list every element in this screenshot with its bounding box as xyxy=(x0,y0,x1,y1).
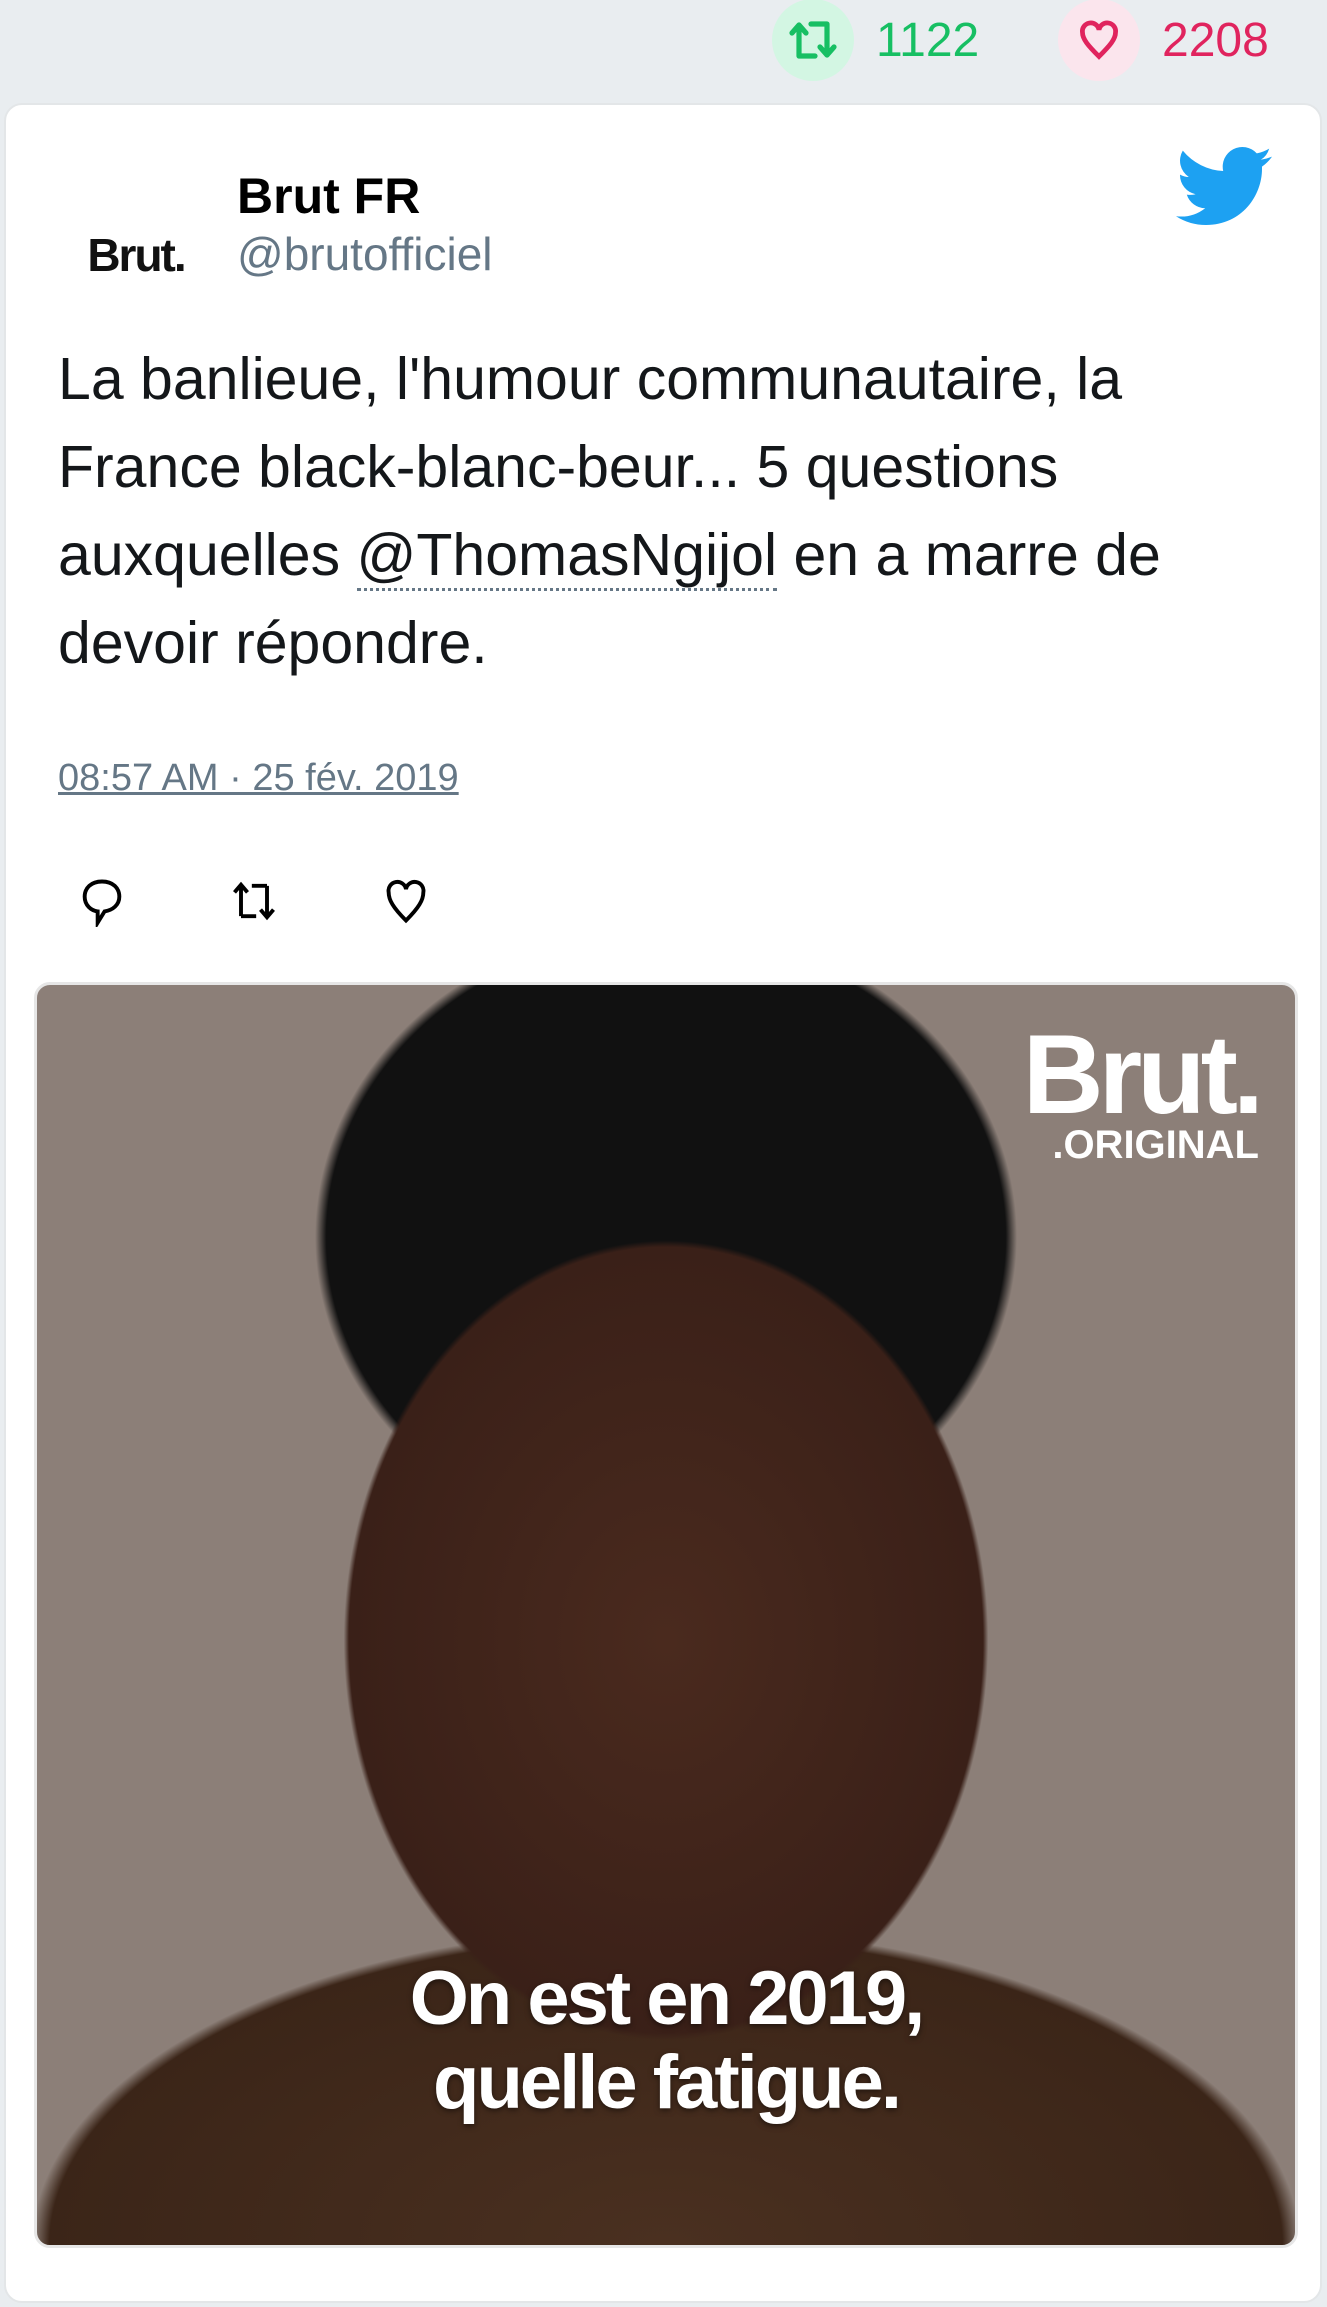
tweet-text: La banlieue, l'humour communautaire, la … xyxy=(58,335,1288,687)
retweet-count-value: 1122 xyxy=(876,13,980,67)
retweet-count[interactable]: 1122 xyxy=(772,0,980,81)
caption-line: quelle fatigue. xyxy=(433,2040,902,2125)
like-icon[interactable] xyxy=(380,875,432,927)
twitter-bird-icon[interactable] xyxy=(1176,145,1272,229)
logo-text: Brut. xyxy=(1022,1012,1264,1137)
like-count-value: 2208 xyxy=(1162,13,1269,67)
caption-line: On est en 2019, xyxy=(409,1956,926,2041)
heart-icon xyxy=(1058,0,1140,81)
timestamp-link[interactable]: 08:57 AM · 25 fév. 2019 xyxy=(58,757,459,800)
retweet-icon xyxy=(772,0,854,81)
video-caption: On est en 2019, quelle fatigue. xyxy=(37,1957,1295,2125)
logo-subtext: .ORIGINAL xyxy=(1052,1123,1259,1167)
mention-link[interactable]: @ThomasNgijol xyxy=(356,522,778,591)
author-handle[interactable]: @brutofficiel xyxy=(237,227,493,281)
reply-icon[interactable] xyxy=(76,875,128,927)
tweet-actions xyxy=(76,875,432,927)
video-thumbnail[interactable]: Brut. .ORIGINAL On est en 2019, quelle f… xyxy=(34,982,1298,2248)
tweet-card: Brut. Brut FR @brutofficiel La banlieue,… xyxy=(4,103,1322,2303)
like-count[interactable]: 2208 xyxy=(1058,0,1269,81)
stats-bar: 1122 2208 xyxy=(0,0,1327,100)
avatar[interactable]: Brut. xyxy=(66,185,206,325)
author-name[interactable]: Brut FR xyxy=(237,167,420,225)
retweet-icon[interactable] xyxy=(228,875,280,927)
brut-original-logo: Brut. .ORIGINAL xyxy=(1022,1012,1264,1167)
